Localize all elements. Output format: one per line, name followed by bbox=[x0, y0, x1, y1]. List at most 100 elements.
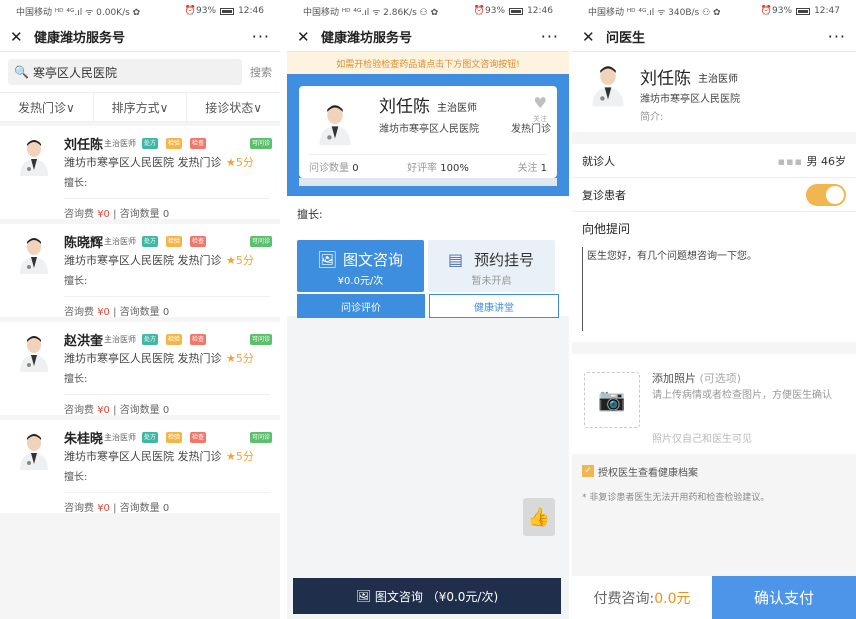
thumbs-up-icon[interactable]: 👍 bbox=[523, 498, 555, 536]
doctor-name: 陈晓辉 bbox=[64, 236, 104, 251]
status-left: 中国移动 ᴴᴰ ⁴ᴳ.ıl ᯤ 2.86K/s ⚇ ✿ bbox=[303, 7, 439, 18]
tag-exam: 检查 bbox=[190, 138, 207, 149]
redacted-name: ▪▪▪ bbox=[777, 154, 803, 168]
more-icon[interactable]: ··· bbox=[541, 27, 559, 46]
doctor-avatar bbox=[16, 136, 52, 176]
doctor-fee-row: 咨询费 ¥0 | 咨询数量 0 bbox=[64, 296, 270, 318]
revisit-toggle[interactable] bbox=[806, 183, 846, 206]
status-left: 中国移动 ᴴᴰ ⁴ᴳ.ıl ᯤ 0.00K/s ✿ bbox=[16, 7, 141, 18]
stat-consults-label: 问诊数量 bbox=[309, 163, 349, 174]
tag-lab: 检验 bbox=[166, 432, 183, 443]
doctor-rank: 主治医师 bbox=[104, 139, 136, 148]
checkbox-icon[interactable]: ✓ bbox=[582, 465, 594, 477]
doctor-list: 刘任陈 主治医师 处方 检验 检查 可问诊 潍坊市寒亭区人民医院 发热门诊 ★5… bbox=[0, 126, 280, 514]
close-icon[interactable]: ✕ bbox=[582, 28, 600, 46]
search-button[interactable]: 搜索 bbox=[250, 64, 272, 80]
patient-row[interactable]: 就诊人 ▪▪▪ 男 46岁 bbox=[572, 144, 856, 178]
doctor-avatar bbox=[16, 430, 52, 470]
doctor-intro: 简介: bbox=[640, 112, 664, 123]
doctor-fee-row: 咨询费 ¥0 | 咨询数量 0 bbox=[64, 394, 270, 416]
stat-follows-label: 关注 bbox=[517, 163, 538, 174]
question-input[interactable]: 医生您好，有几个问题想咨询一下您。 bbox=[582, 247, 846, 331]
revisit-label: 复诊患者 bbox=[582, 188, 626, 202]
stat-rating-label: 好评率 bbox=[407, 163, 438, 174]
doctor-hospital: 潍坊市寒亭区人民医院 发热门诊 bbox=[64, 154, 222, 170]
pay-summary: 付费咨询: 0.0元 bbox=[572, 576, 712, 619]
title-bar: ✕ 问医生 ··· bbox=[572, 22, 856, 52]
camera-icon[interactable]: 📷 bbox=[584, 372, 640, 428]
doctor-hospital: 潍坊市寒亭区人民医院 发热门诊 bbox=[64, 448, 222, 464]
doctor-list-item[interactable]: 赵洪奎 主治医师 处方 检验 检查 可问诊 潍坊市寒亭区人民医院 发热门诊 ★5… bbox=[0, 322, 280, 416]
department-name: 发热门诊 bbox=[177, 352, 222, 365]
doctor-detail-screen: 中国移动 ᴴᴰ ⁴ᴳ.ıl ᯤ 2.86K/s ⚇ ✿ ⏰93% 12:46 ✕ … bbox=[287, 0, 569, 619]
battery-text: ⏰93% bbox=[184, 6, 217, 16]
doctor-list-item[interactable]: 刘任陈 主治医师 处方 检验 检查 可问诊 潍坊市寒亭区人民医院 发热门诊 ★5… bbox=[0, 126, 280, 220]
patient-value: ▪▪▪ 男 46岁 bbox=[778, 153, 846, 169]
payment-bar: 付费咨询: 0.0元 确认支付 bbox=[572, 576, 856, 619]
doctor-hospital: 潍坊市寒亭区人民医院 发热门诊 bbox=[64, 252, 222, 268]
notice-banner: 如需开检验检查药品请点击下方图文咨询按钮! bbox=[287, 52, 569, 74]
battery-icon bbox=[220, 7, 235, 15]
stat-consults-value: 0 bbox=[352, 163, 359, 174]
more-icon[interactable]: ··· bbox=[828, 27, 846, 46]
confirm-pay-button[interactable]: 确认支付 bbox=[712, 576, 856, 619]
tag-lab: 检验 bbox=[166, 334, 183, 345]
ask-doctor-screen: 中国移动 ᴴᴰ ⁴ᴳ.ıl ᯤ 340B/s ⚇ ✿ ⏰93% 12:47 ✕ 问… bbox=[572, 0, 856, 619]
tag-prescription: 处方 bbox=[142, 138, 159, 149]
doctor-name: 赵洪奎 bbox=[64, 334, 104, 349]
more-icon[interactable]: ··· bbox=[252, 27, 270, 46]
heart-icon[interactable]: ♥ bbox=[534, 94, 547, 112]
status-bar: 中国移动 ᴴᴰ ⁴ᴳ.ıl ᯤ 0.00K/s ✿ ⏰93% 12:46 bbox=[0, 0, 280, 22]
tab-reviews[interactable]: 问诊评价 bbox=[297, 294, 425, 318]
doctor-score: ★5分 bbox=[226, 450, 254, 463]
doctor-name: 刘任陈 bbox=[64, 138, 104, 153]
fee-value: ¥0 bbox=[97, 307, 110, 318]
detail-tabs: 问诊评价 健康讲堂 bbox=[297, 294, 559, 318]
clock: 12:46 bbox=[527, 6, 553, 16]
battery-text: ⏰93% bbox=[760, 6, 793, 16]
stat-consults: 问诊数量 0 bbox=[309, 159, 359, 174]
search-icon: 🔍 bbox=[14, 65, 29, 79]
fee-value: ¥0 bbox=[97, 503, 110, 514]
search-box[interactable]: 🔍 bbox=[8, 59, 242, 85]
screenshot-stage: 中国移动 ᴴᴰ ⁴ᴳ.ıl ᯤ 0.00K/s ✿ ⏰93% 12:46 ✕ 健康… bbox=[0, 0, 856, 619]
department-name: 发热门诊 bbox=[177, 254, 222, 267]
doctor-avatar bbox=[588, 61, 628, 107]
doctor-list-item[interactable]: 朱桂晓 主治医师 处方 检验 检查 可问诊 潍坊市寒亭区人民医院 发热门诊 ★5… bbox=[0, 420, 280, 514]
filter-status[interactable]: 接诊状态∨ bbox=[187, 93, 280, 121]
image-icon: 🖼 bbox=[355, 589, 375, 603]
battery-icon bbox=[796, 7, 811, 15]
doctor-list-item[interactable]: 陈晓辉 主治医师 处方 检验 检查 可问诊 潍坊市寒亭区人民医院 发热门诊 ★5… bbox=[0, 224, 280, 318]
hospital-name: 潍坊市寒亭区人民医院 bbox=[64, 254, 174, 267]
close-icon[interactable]: ✕ bbox=[10, 28, 28, 46]
department-name: 发热门诊 bbox=[177, 450, 222, 463]
tag-exam: 检查 bbox=[190, 236, 207, 247]
close-icon[interactable]: ✕ bbox=[297, 28, 315, 46]
filter-sort[interactable]: 排序方式∨ bbox=[94, 93, 188, 121]
doctor-stats: 问诊数量 0 好评率 100% 关注 1 bbox=[309, 154, 547, 174]
tab-lectures[interactable]: 健康讲堂 bbox=[429, 294, 559, 318]
hospital-name: 潍坊市寒亭区人民医院 bbox=[64, 352, 174, 365]
service-section: 擅长: 🖼 图文咨询 ¥0.0元/次 ▤ 预约挂号 暂未开启 问诊评价 健康讲堂 bbox=[287, 196, 569, 318]
doctor-rank: 主治医师 bbox=[437, 103, 477, 114]
status-left: 中国移动 ᴴᴰ ⁴ᴳ.ıl ᯤ 340B/s ⚇ ✿ bbox=[588, 7, 721, 18]
doctor-header: 刘任陈 主治医师 潍坊市寒亭区人民医院 发热门诊 ♥ 关注 问诊数量 0 好评率… bbox=[287, 74, 569, 196]
image-consult-button[interactable]: 🖼 图文咨询 ¥0.0元/次 bbox=[297, 240, 424, 292]
photo-hint: 请上传病情或者检查图片，方便医生确认 bbox=[652, 390, 832, 401]
bottom-consult-button[interactable]: 🖼 图文咨询 （¥0.0元/次) bbox=[293, 578, 561, 614]
authorize-row[interactable]: ✓ 授权医生查看健康档案 bbox=[572, 460, 856, 482]
appointment-button[interactable]: ▤ 预约挂号 暂未开启 bbox=[428, 240, 555, 292]
tag-exam: 检查 bbox=[190, 432, 207, 443]
title-bar: ✕ 健康潍坊服务号 ··· bbox=[287, 22, 569, 52]
doctor-name: 朱桂晓 bbox=[64, 432, 104, 447]
follow-label[interactable]: 关注 bbox=[533, 114, 547, 124]
doctor-list-screen: 中国移动 ᴴᴰ ⁴ᴳ.ıl ᯤ 0.00K/s ✿ ⏰93% 12:46 ✕ 健康… bbox=[0, 0, 280, 619]
tag-exam: 检查 bbox=[190, 334, 207, 345]
card-shadow-strip bbox=[299, 178, 557, 186]
search-input[interactable] bbox=[32, 65, 236, 79]
doctor-score: ★5分 bbox=[226, 254, 254, 267]
filter-department[interactable]: 发热门诊∨ bbox=[0, 93, 94, 121]
clock: 12:47 bbox=[814, 6, 840, 16]
doctor-avatar bbox=[16, 332, 52, 372]
image-consult-price: ¥0.0元/次 bbox=[337, 276, 384, 287]
